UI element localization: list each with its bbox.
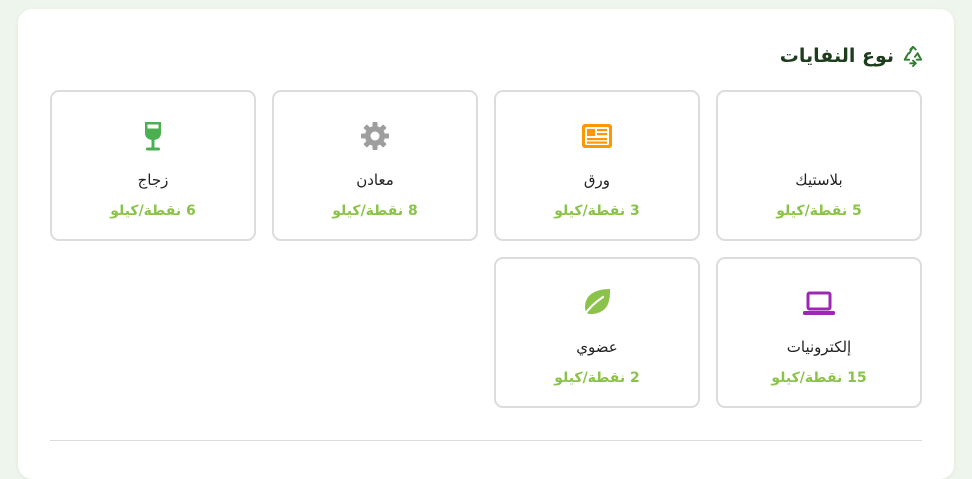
waste-type-electronics[interactable]: إلكترونيات 15 نقطة/كيلو [716, 257, 922, 408]
waste-type-paper[interactable]: ورق 3 نقطة/كيلو [494, 90, 700, 241]
waste-type-plastic[interactable]: بلاستيك 5 نقطة/كيلو [716, 90, 922, 241]
waste-type-name: ورق [583, 171, 611, 189]
newspaper-icon [579, 118, 615, 154]
divider [50, 440, 922, 441]
waste-type-organic[interactable]: عضوي 2 نقطة/كيلو [494, 257, 700, 408]
waste-type-name: بلاستيك [795, 171, 843, 189]
section-header: نوع النفايات [780, 45, 924, 67]
gear-icon [357, 118, 393, 154]
waste-type-points: 5 نقطة/كيلو [776, 203, 862, 219]
recycle-icon [902, 45, 924, 67]
laptop-icon [801, 285, 837, 321]
waste-type-card: نوع النفايات بلاستيك 5 نقطة/كيلو ورق 3 ن… [18, 9, 954, 479]
waste-type-grid: بلاستيك 5 نقطة/كيلو ورق 3 نقطة/كيلو معاد… [50, 90, 922, 408]
bottle-icon [801, 118, 837, 154]
waste-type-name: عضوي [576, 338, 618, 356]
waste-type-points: 8 نقطة/كيلو [332, 203, 418, 219]
waste-type-metals[interactable]: معادن 8 نقطة/كيلو [272, 90, 478, 241]
waste-type-points: 6 نقطة/كيلو [110, 203, 196, 219]
leaf-icon [579, 285, 615, 321]
waste-type-name: معادن [356, 171, 394, 189]
waste-type-points: 15 نقطة/كيلو [771, 370, 867, 386]
wine-glass-icon [135, 118, 171, 154]
waste-type-name: زجاج [137, 171, 169, 189]
section-title: نوع النفايات [779, 45, 894, 67]
waste-type-points: 2 نقطة/كيلو [554, 370, 640, 386]
waste-type-glass[interactable]: زجاج 6 نقطة/كيلو [50, 90, 256, 241]
waste-type-name: إلكترونيات [786, 338, 852, 356]
waste-type-points: 3 نقطة/كيلو [554, 203, 640, 219]
